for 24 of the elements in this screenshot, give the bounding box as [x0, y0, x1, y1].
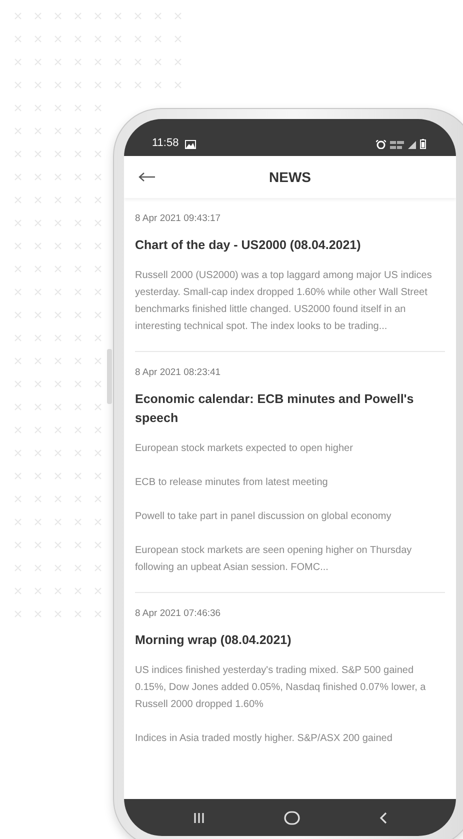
status-time: 11:58 [152, 137, 179, 149]
article-text: European stock markets expected to open higher [135, 442, 354, 456]
back-icon[interactable] [378, 812, 387, 824]
article-title[interactable]: Economic calendar: ECB minutes and Powell's speech [135, 390, 445, 428]
article-text: US indices finished yesterday's trading mixed. S&P 500 gained 0.15%, Dow Jones added 0.05%, Nasdaq finished 0.07% lower, a Russell 2000 dropped 1.60% [135, 664, 427, 712]
article-timestamp: 8 Apr 2021 09:43:17 [135, 213, 222, 224]
article-text: Powell to take part in panel discussion on global economy [135, 510, 392, 524]
article-text: Indices in Asia traded mostly higher. S&P/ASX 200 gained [135, 732, 394, 746]
battery-icon [420, 139, 426, 149]
network-icon [390, 141, 404, 149]
home-icon[interactable] [284, 810, 300, 824]
article-timestamp: 8 Apr 2021 08:23:41 [135, 367, 222, 378]
article-text: Russell 2000 (US2000) was a top laggard among major US indices yesterday. Small-cap index dropped 1.60% while other Wall Street benchmarks finished little changed. US2000 found itself in an interesting technical spot. The index looks to be trading... [135, 269, 433, 334]
screen-title: NEWS [268, 169, 312, 185]
article-text: ECB to release minutes from latest meeting [135, 476, 329, 490]
article-text: European stock markets are seen opening higher on Thursday following an upbeat Asian session. FOMC... [135, 544, 413, 575]
recent-apps-icon[interactable] [193, 812, 206, 824]
alarm-icon [376, 140, 386, 149]
article-timestamp: 8 Apr 2021 07:46:36 [135, 608, 222, 619]
back-arrow-icon [138, 172, 156, 182]
article-title[interactable]: Chart of the day - US2000 (08.04.2021) [135, 236, 445, 255]
signal-icon [408, 141, 416, 149]
article-title[interactable]: Morning wrap (08.04.2021) [135, 631, 445, 650]
image-icon [184, 140, 196, 149]
